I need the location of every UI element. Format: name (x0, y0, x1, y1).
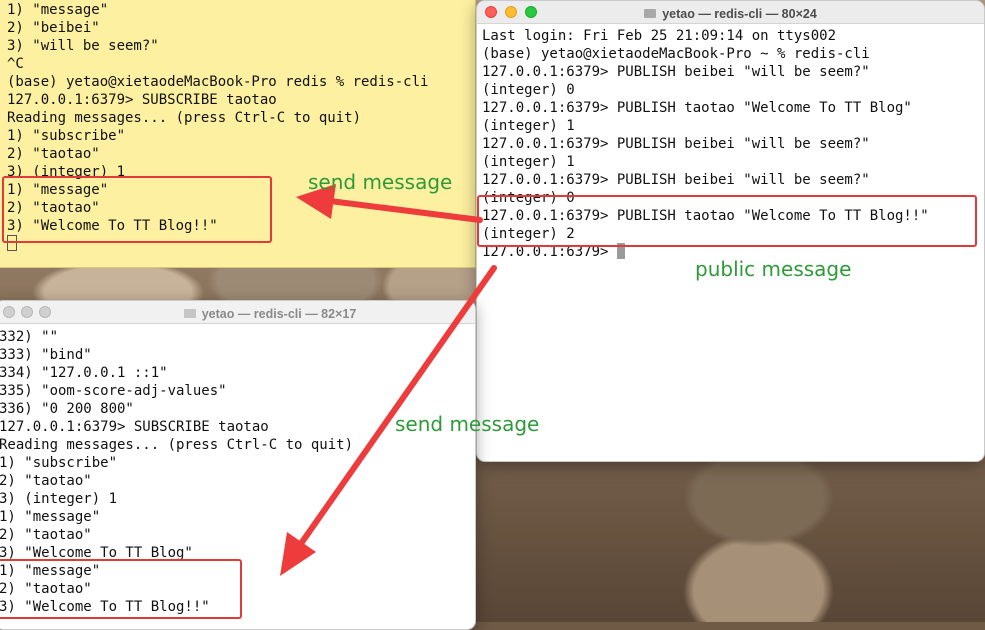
public-message-label: public message (695, 257, 852, 281)
send-message-label-middle: send message (395, 412, 540, 436)
annotation-arrows (280, 184, 497, 576)
send-message-label-top: send message (308, 170, 453, 194)
